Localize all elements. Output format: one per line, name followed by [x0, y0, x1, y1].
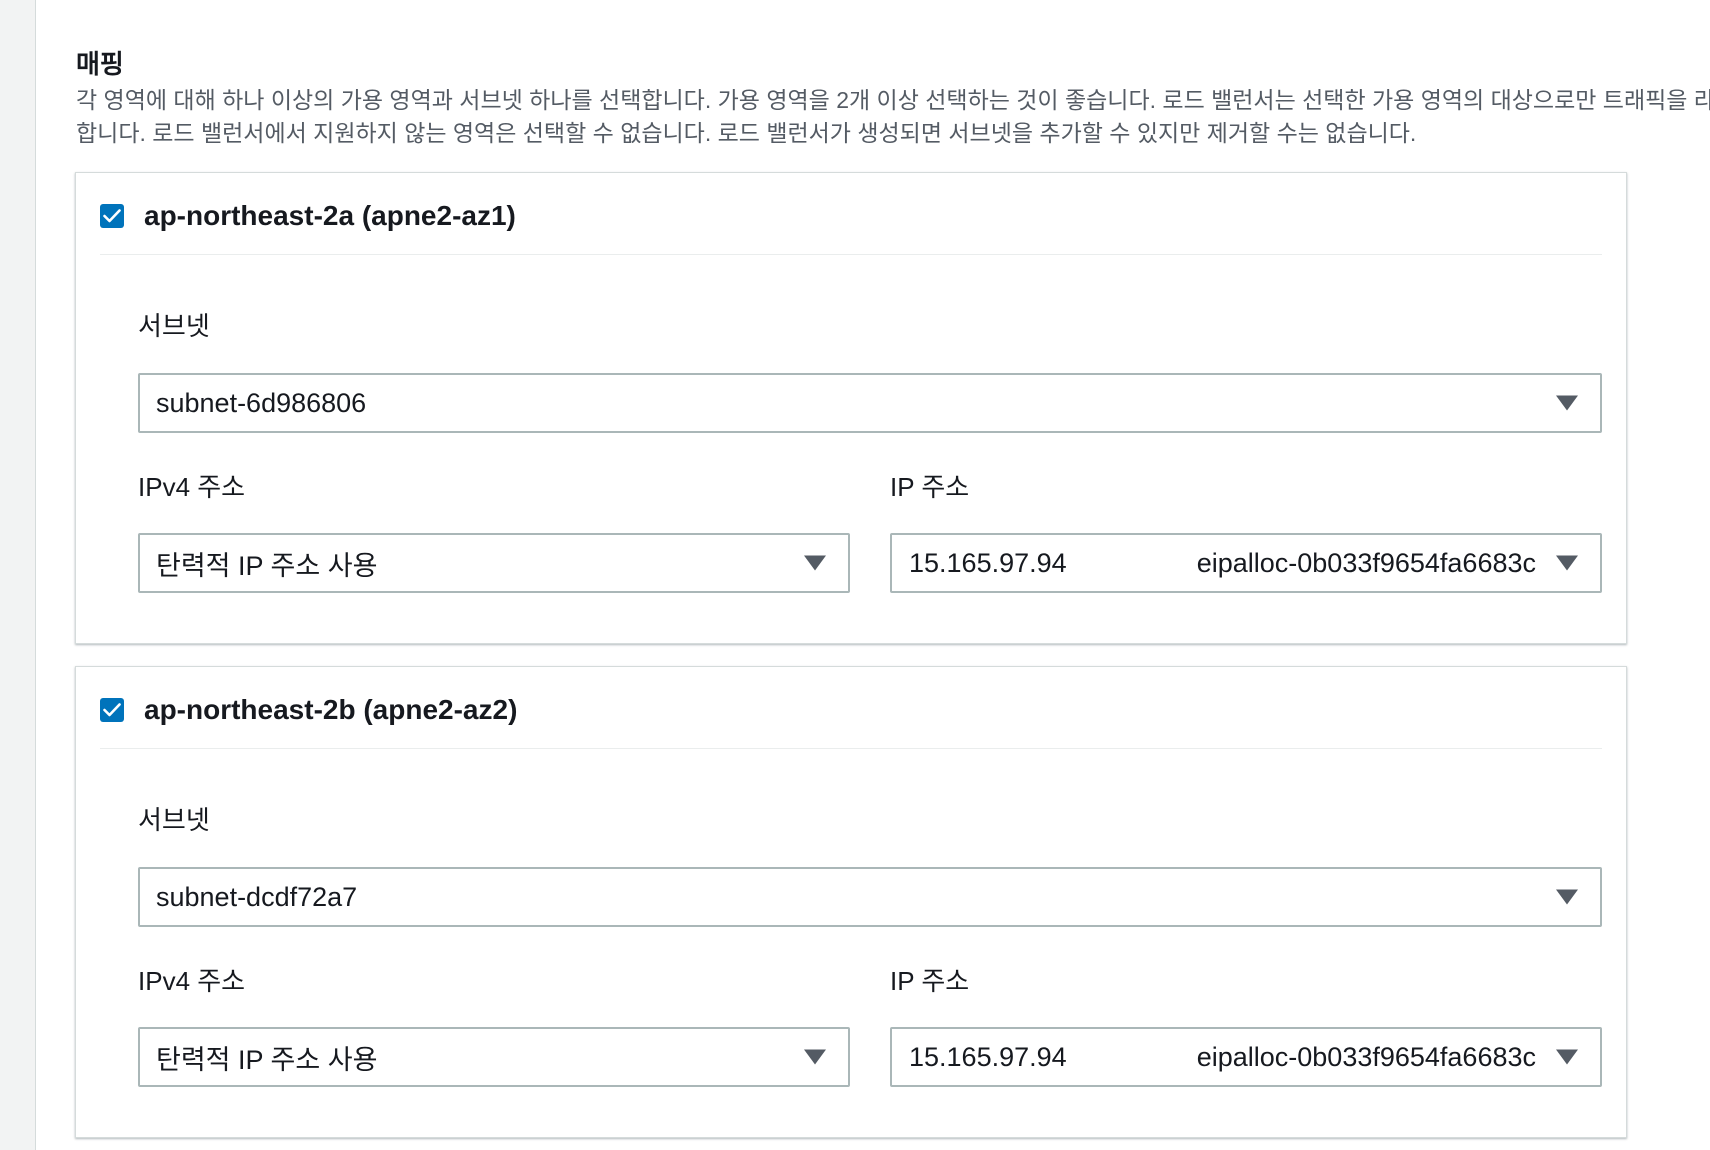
caret-down-icon	[1556, 395, 1578, 411]
az-card-1: ap-northeast-2a (apne2-az1) 서브넷 subnet-6…	[75, 172, 1627, 644]
caret-down-icon	[1556, 555, 1578, 571]
subnet-label: 서브넷	[138, 805, 210, 835]
ip-allocation-id: eipalloc-0b033f9654fa6683c	[1196, 1041, 1536, 1072]
caret-down-icon	[1556, 1049, 1578, 1065]
subnet-select[interactable]: subnet-6d986806	[138, 373, 1602, 433]
ip-value: 15.165.97.94	[909, 547, 1067, 578]
caret-down-icon	[1556, 889, 1578, 905]
ipv4-value: 탄력적 IP 주소 사용	[156, 550, 378, 581]
ipv4-label: IPv4 주소	[138, 472, 246, 502]
az-card-2: ap-northeast-2b (apne2-az2) 서브넷 subnet-d…	[75, 666, 1627, 1138]
az-checkbox[interactable]	[100, 204, 124, 228]
az-name: ap-northeast-2b (apne2-az2)	[144, 694, 518, 725]
ip-value: 15.165.97.94	[909, 1041, 1067, 1072]
az-header: ap-northeast-2b (apne2-az2)	[100, 692, 1602, 749]
az-checkbox[interactable]	[100, 698, 124, 722]
ip-address-select[interactable]: 15.165.97.94 eipalloc-0b033f9654fa6683c	[890, 533, 1602, 593]
check-icon	[103, 209, 121, 223]
ip-address-label: IP 주소	[890, 472, 970, 502]
ipv4-select[interactable]: 탄력적 IP 주소 사용	[138, 1027, 850, 1087]
check-icon	[103, 703, 121, 717]
ipv4-select[interactable]: 탄력적 IP 주소 사용	[138, 533, 850, 593]
subnet-select[interactable]: subnet-dcdf72a7	[138, 867, 1602, 927]
subnet-value: subnet-6d986806	[156, 387, 367, 418]
ip-address-select[interactable]: 15.165.97.94 eipalloc-0b033f9654fa6683c	[890, 1027, 1602, 1087]
caret-down-icon	[804, 555, 826, 571]
ipv4-label: IPv4 주소	[138, 966, 246, 996]
subnet-value: subnet-dcdf72a7	[156, 881, 358, 912]
ip-address-label: IP 주소	[890, 966, 970, 996]
subnet-label: 서브넷	[138, 311, 210, 341]
ipv4-value: 탄력적 IP 주소 사용	[156, 1044, 378, 1075]
caret-down-icon	[804, 1049, 826, 1065]
left-rail	[0, 0, 36, 1150]
section-description: 각 영역에 대해 하나 이상의 가용 영역과 서브넷 하나를 선택합니다. 가용…	[76, 87, 1710, 146]
section-title: 매핑	[76, 49, 124, 79]
az-name: ap-northeast-2a (apne2-az1)	[144, 200, 516, 231]
az-header: ap-northeast-2a (apne2-az1)	[100, 198, 1602, 255]
ip-allocation-id: eipalloc-0b033f9654fa6683c	[1196, 547, 1536, 578]
